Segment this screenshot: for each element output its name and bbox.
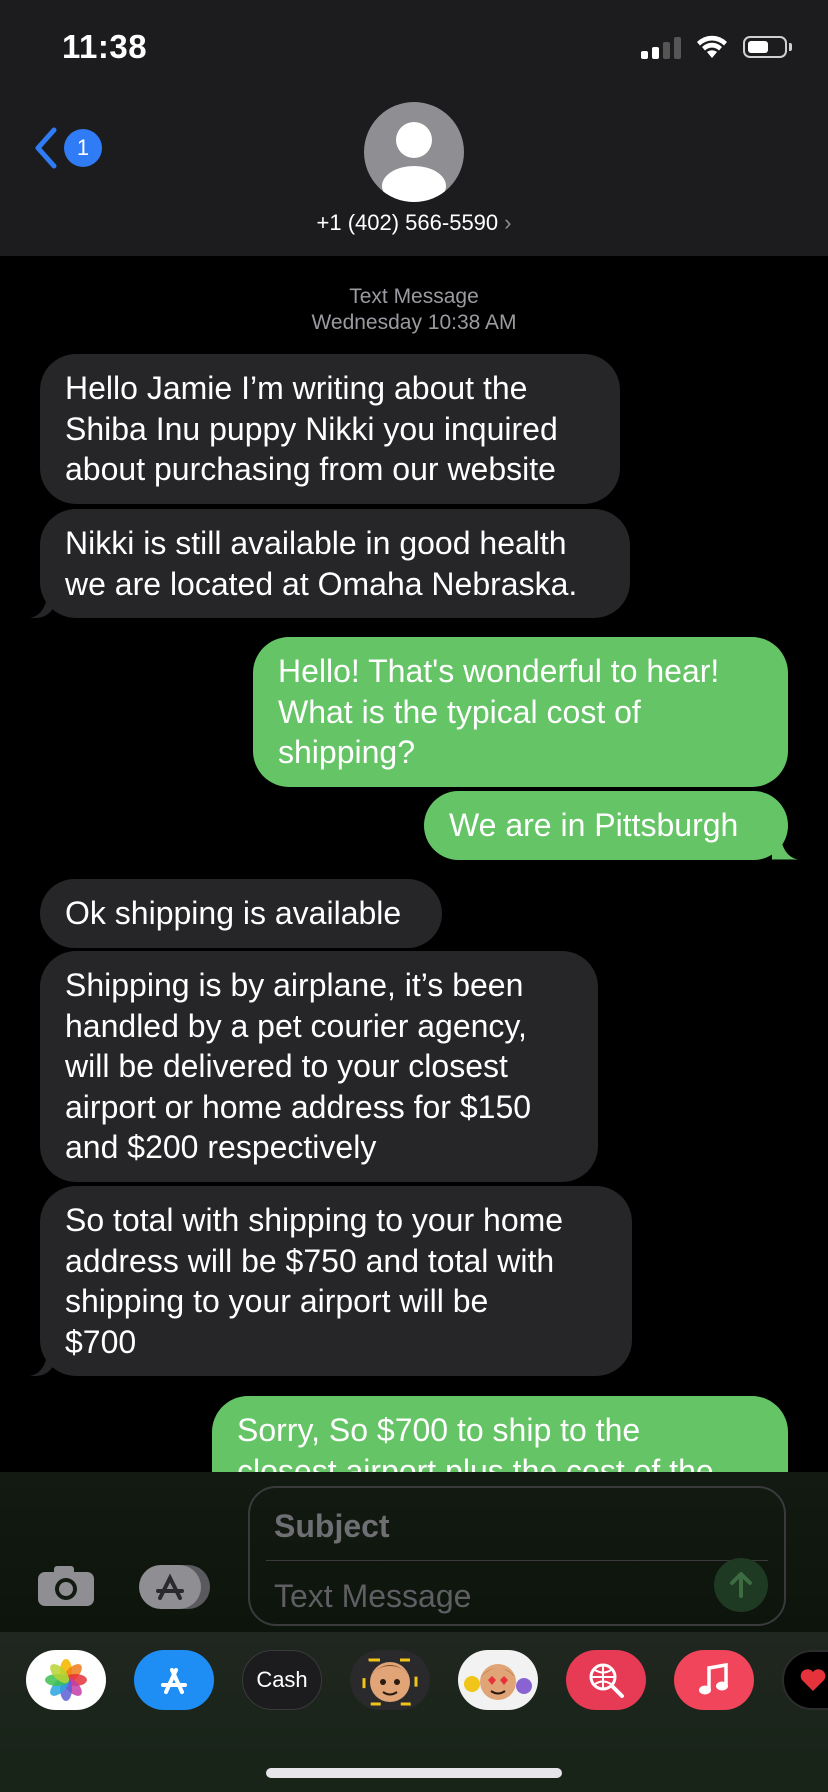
message-bubble-outgoing[interactable]: Hello! That's wonderful to hear! What is…	[253, 637, 788, 787]
memoji-stickers-icon	[464, 1664, 532, 1700]
app-store-drawer-button[interactable]	[138, 1564, 212, 1610]
status-icons	[641, 34, 792, 60]
compose-bar: Subject Text Message	[0, 1472, 828, 1632]
timestamp-service: Text Message	[349, 285, 479, 308]
status-time: 11:38	[62, 28, 148, 65]
contact-avatar[interactable]	[364, 102, 464, 202]
message-bubble-outgoing[interactable]: We are in Pittsburgh	[424, 791, 788, 860]
timestamp-time: Wednesday 10:38 AM	[311, 311, 517, 334]
conversation-header: 11:38 1 +1 (402) 566-5590 ›	[0, 0, 828, 256]
message-bubble-outgoing[interactable]: Sorry, So $700 to ship to the closest ai…	[212, 1396, 788, 1472]
message-bubble-incoming[interactable]: Nikki is still available in good health …	[40, 509, 630, 618]
memoji-icon	[362, 1658, 418, 1706]
chevron-right-icon: ›	[504, 210, 512, 235]
compose-divider	[266, 1560, 768, 1561]
subject-input[interactable]: Subject	[274, 1508, 390, 1545]
camera-button[interactable]	[36, 1564, 96, 1608]
app-store-icon	[161, 1668, 187, 1694]
apple-cash-app[interactable]: Cash	[242, 1650, 322, 1710]
memoji-stickers-app[interactable]	[458, 1650, 538, 1710]
music-note-icon	[699, 1662, 728, 1695]
home-indicator[interactable]	[266, 1768, 562, 1778]
globe-search-icon	[589, 1663, 624, 1698]
message-bubble-incoming[interactable]: Shipping is by airplane, it’s been handl…	[40, 951, 598, 1182]
unread-badge: 1	[64, 129, 102, 167]
message-input[interactable]: Text Message	[274, 1578, 471, 1615]
cellular-signal-icon	[641, 35, 681, 59]
message-bubble-incoming[interactable]: Hello Jamie I’m writing about the Shiba …	[40, 354, 620, 504]
message-bubble-incoming[interactable]: Ok shipping is available	[40, 879, 442, 948]
music-app[interactable]	[674, 1650, 754, 1710]
arrow-up-icon	[730, 1572, 752, 1598]
wifi-icon	[697, 35, 727, 58]
message-compose-field[interactable]: Subject Text Message	[248, 1486, 786, 1626]
apple-cash-label: Cash	[256, 1667, 308, 1692]
heart-icon	[800, 1669, 826, 1691]
battery-icon	[743, 36, 792, 58]
photos-app[interactable]	[26, 1650, 106, 1710]
photos-icon	[45, 1659, 87, 1701]
send-button[interactable]	[714, 1558, 768, 1612]
digital-touch-app[interactable]	[782, 1650, 828, 1710]
back-button[interactable]: 1	[30, 126, 102, 170]
conversation-timestamp: Text Message Wednesday 10:38 AM	[0, 284, 828, 336]
contact-name-button[interactable]: +1 (402) 566-5590 ›	[0, 210, 828, 236]
message-bubble-incoming[interactable]: So total with shipping to your home addr…	[40, 1186, 632, 1376]
person-icon	[382, 122, 446, 202]
chevron-left-icon	[35, 127, 57, 169]
memoji-app[interactable]	[350, 1650, 430, 1710]
contact-number: +1 (402) 566-5590	[316, 210, 499, 235]
app-store-app[interactable]	[134, 1650, 214, 1710]
images-search-app[interactable]	[566, 1650, 646, 1710]
